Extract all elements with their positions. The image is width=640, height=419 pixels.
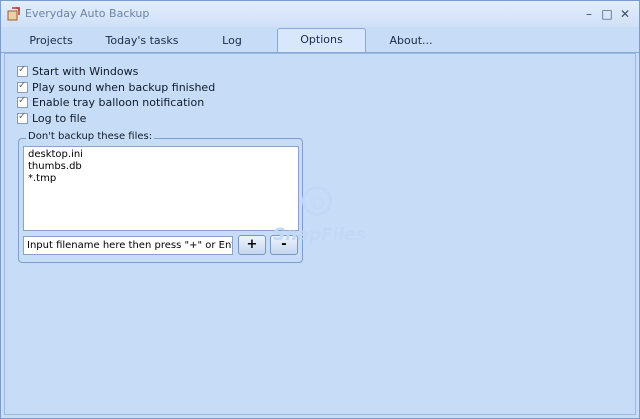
tab-about[interactable]: About... (373, 31, 449, 51)
tab-bar: Projects Today's tasks Log Options About… (1, 27, 639, 53)
log-to-file-checkbox[interactable]: Log to file (17, 111, 86, 125)
app-icon (7, 7, 20, 21)
play-sound-checkbox[interactable]: Play sound when backup finished (17, 80, 215, 94)
checkbox-box[interactable] (17, 80, 28, 93)
exclude-files-list[interactable]: desktop.ini thumbs.db *.tmp (23, 146, 299, 231)
filename-input[interactable]: Input filename here then press "+" or En… (23, 236, 233, 255)
checkbox-box[interactable] (17, 64, 28, 77)
list-item[interactable]: desktop.ini (28, 149, 294, 161)
app-window: Everyday Auto Backup – □ ✕ Projects Toda… (0, 0, 640, 419)
checkbox-label: Play sound when backup finished (32, 80, 216, 94)
minimize-button[interactable]: – (581, 6, 597, 22)
tab-options[interactable]: Options (277, 28, 366, 52)
maximize-button[interactable]: □ (599, 6, 615, 22)
add-file-button[interactable]: + (238, 235, 266, 255)
exclude-files-group: Don't backup these files: desktop.ini th… (18, 131, 303, 263)
window-title: Everyday Auto Backup (25, 7, 150, 20)
title-bar[interactable]: Everyday Auto Backup – □ ✕ (1, 1, 639, 27)
tray-balloon-checkbox[interactable]: Enable tray balloon notification (17, 95, 204, 109)
watermark-text: SnapFiles (273, 225, 366, 245)
close-button[interactable]: ✕ (617, 6, 633, 22)
list-item[interactable]: *.tmp (28, 173, 294, 185)
tab-todays-tasks[interactable]: Today's tasks (101, 31, 183, 51)
checkbox-box[interactable] (17, 95, 28, 108)
list-item[interactable]: thumbs.db (28, 161, 294, 173)
checkbox-box[interactable] (17, 111, 28, 124)
tab-projects[interactable]: Projects (16, 31, 86, 51)
checkbox-label: Enable tray balloon notification (32, 95, 205, 109)
start-with-windows-checkbox[interactable]: Start with Windows (17, 64, 138, 78)
watermark-logo: © (302, 186, 332, 216)
checkbox-label: Start with Windows (32, 64, 139, 78)
group-label: Don't backup these files: (26, 131, 155, 142)
checkbox-label: Log to file (32, 111, 87, 125)
tab-log[interactable]: Log (199, 31, 265, 51)
